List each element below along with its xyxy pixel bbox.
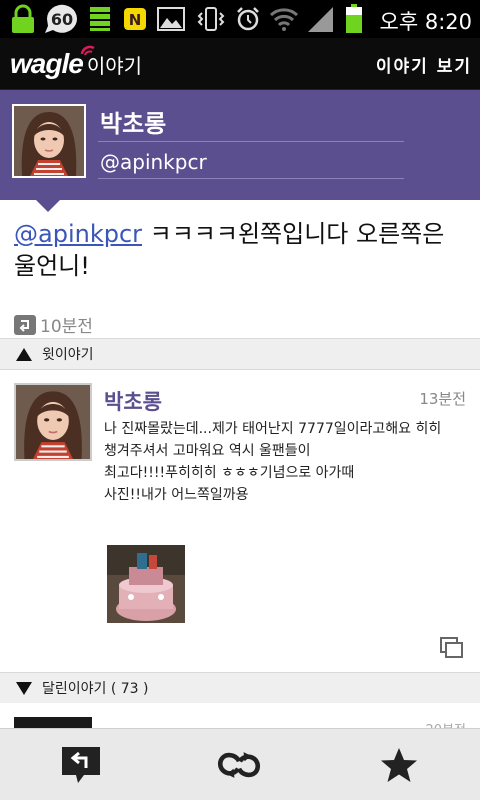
author-name[interactable]: 박초롱	[104, 386, 162, 416]
tweet-time: 13분전	[419, 390, 466, 408]
expand-down-icon	[16, 681, 32, 695]
copy-icon[interactable]	[440, 637, 464, 663]
alarm-icon	[234, 4, 262, 34]
app-bar: wagle 이야기 이야기 보기	[0, 38, 480, 90]
reply-indicator-icon	[14, 314, 36, 335]
logo-wave-icon	[80, 45, 95, 56]
parent-tweet-card[interactable]: 박초롱 13분전 나 진짜몰랐는데...제가 태어난지 7777일이라고해요 히…	[0, 370, 480, 670]
replies-header[interactable]: 달린이야기 ( 73 )	[0, 672, 480, 704]
kakao-icon: N	[122, 4, 148, 34]
star-icon	[381, 748, 417, 782]
tweet-text: @apinkpcr ㅋㅋㅋㅋ왼쪽입니다 오른쪽은 울언니!	[14, 218, 468, 282]
battery-icon	[344, 4, 364, 34]
mention-link[interactable]: @apinkpcr	[14, 220, 142, 248]
bottom-toolbar	[0, 728, 480, 800]
tweet-text: 나 진짜몰랐는데...제가 태어난지 7777일이라고해요 히히 챙겨주셔서 고…	[104, 421, 442, 503]
clock: 오후 8:20	[379, 10, 472, 34]
reply-button[interactable]	[58, 743, 104, 787]
banner-pointer	[36, 200, 60, 212]
logo-wordmark: wagle	[10, 48, 84, 79]
tweet-time: 10분전	[40, 317, 93, 337]
attached-photo[interactable]	[107, 545, 185, 623]
avatar[interactable]	[14, 383, 92, 461]
status-bar: 60 N 오후 8:20	[0, 0, 480, 38]
avatar[interactable]	[12, 104, 86, 178]
profile-handle: @apinkpcr	[100, 150, 207, 174]
wifi-icon	[268, 4, 300, 34]
section-label: 윗이야기	[42, 347, 94, 363]
profile-banner[interactable]: 박초롱 @apinkpcr	[0, 90, 480, 200]
svg-text:N: N	[129, 11, 142, 29]
tweet-meta: 10분전	[14, 312, 93, 337]
signal-icon	[306, 4, 336, 34]
divider	[98, 178, 404, 179]
favorite-button[interactable]	[376, 743, 422, 787]
view-stories-button[interactable]: 이야기 보기	[376, 52, 472, 77]
gallery-icon	[156, 4, 186, 34]
data-icon	[88, 4, 112, 34]
vibrate-icon	[196, 4, 226, 34]
reply-icon	[62, 747, 100, 783]
retweet-icon	[218, 752, 260, 778]
app-logo: wagle 이야기	[10, 45, 142, 80]
parent-story-header[interactable]: 윗이야기	[0, 338, 480, 370]
collapse-up-icon	[16, 347, 32, 361]
lock-icon	[8, 4, 38, 34]
retweet-button[interactable]	[216, 743, 262, 787]
divider	[98, 141, 404, 142]
badge-number: 60	[51, 10, 73, 29]
notification-60-icon: 60	[42, 4, 82, 34]
section-label: 달린이야기 ( 73 )	[42, 681, 149, 697]
profile-name: 박초롱	[100, 110, 167, 138]
